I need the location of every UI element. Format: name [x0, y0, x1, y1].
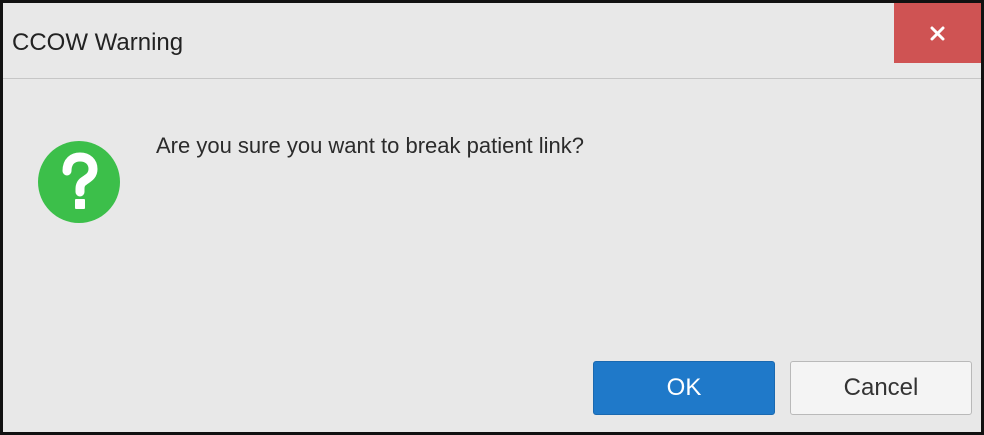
close-button[interactable] — [894, 3, 981, 63]
cancel-button[interactable]: Cancel — [790, 361, 972, 415]
ok-button[interactable]: OK — [593, 361, 775, 415]
ccow-warning-dialog: CCOW Warning Are you sure you want to br… — [0, 0, 984, 435]
close-icon — [930, 26, 945, 41]
dialog-title-bar[interactable]: CCOW Warning — [3, 3, 981, 79]
dialog-message: Are you sure you want to break patient l… — [156, 133, 585, 158]
question-circle-icon — [38, 141, 120, 223]
dialog-title: CCOW Warning — [12, 29, 184, 56]
